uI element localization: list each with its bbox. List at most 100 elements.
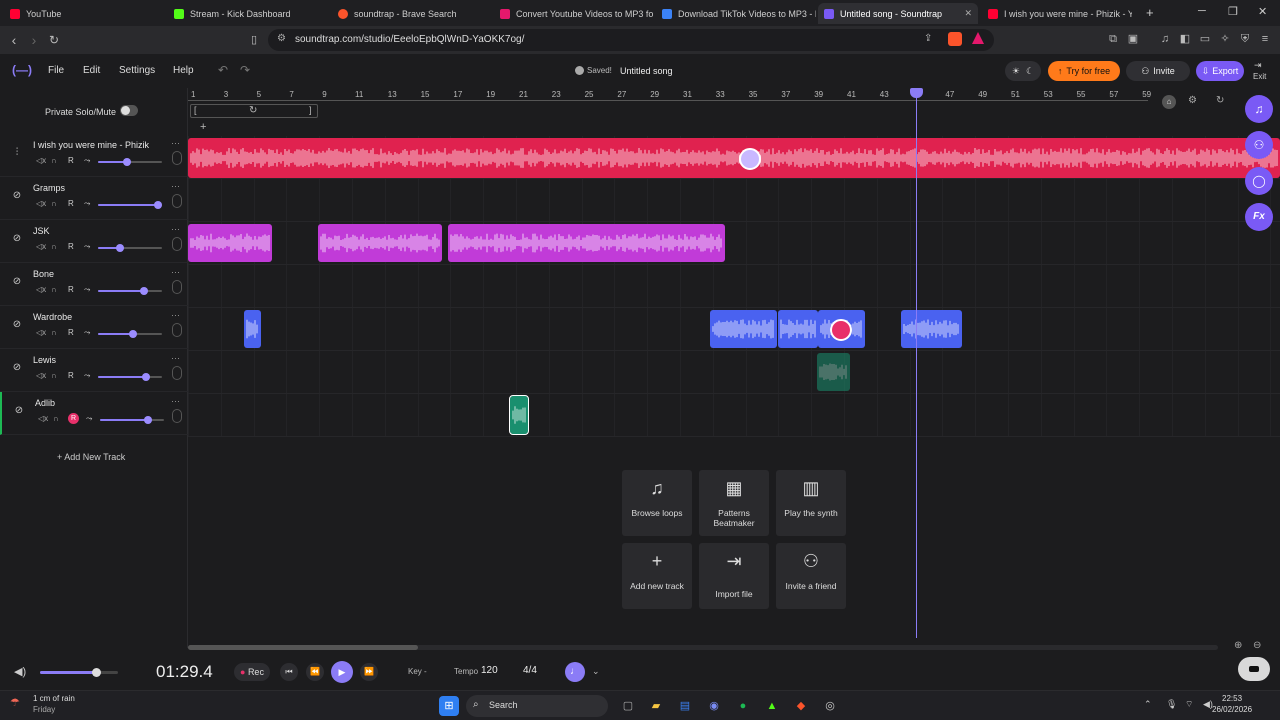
headphones-icon[interactable]: ∩ <box>51 328 57 337</box>
loop-icon[interactable]: ↻ <box>249 105 257 116</box>
record-arm-button[interactable]: R <box>68 328 74 337</box>
private-solo-mute-toggle[interactable] <box>120 105 138 116</box>
record-arm-button[interactable]: R <box>68 285 74 294</box>
track-header[interactable]: ⊘ Adlib ··· ◁x ∩ R ⤳ <box>0 392 188 435</box>
audio-clip[interactable] <box>817 353 850 391</box>
mute-icon[interactable]: ◁x <box>36 199 46 208</box>
automation-icon[interactable]: ⤳ <box>84 371 90 381</box>
track-header[interactable]: ⊘ Gramps ··· ◁x ∩ R ⤳ <box>0 177 188 220</box>
add-new-track-button[interactable]: + Add New Track <box>57 452 125 462</box>
menu-settings[interactable]: Settings <box>119 65 155 76</box>
track-volume-slider[interactable] <box>98 373 162 381</box>
url-bar[interactable]: ⚙ soundtrap.com/studio/EeeloEpbQlWnD-YaO… <box>268 29 994 51</box>
collab-fab-icon[interactable]: ⚇ <box>1245 131 1273 159</box>
reload-icon[interactable]: ↻ <box>44 30 64 50</box>
track-name[interactable]: Bone <box>33 269 54 279</box>
wallet-icon[interactable]: ▭ <box>1198 32 1212 46</box>
play-button-icon[interactable]: ▶ <box>331 661 353 683</box>
timeline-ruler[interactable]: [ ↻ ] + ⌂ ⚙ ↻ 1 3 5 7 9 11 13 15 17 19 21 23 25 27 29 3… <box>188 88 1240 133</box>
scrollbar-thumb[interactable] <box>188 645 418 650</box>
soundtrap-logo[interactable]: (—) <box>12 64 34 76</box>
skip-start-icon[interactable]: ⏮ <box>280 663 298 681</box>
record-arm-button[interactable]: R <box>68 156 74 165</box>
headphones-icon[interactable]: ∩ <box>51 371 57 380</box>
taskbar-search[interactable]: ⌕ Search <box>466 695 608 717</box>
media-icon[interactable]: ♫ <box>1158 32 1172 46</box>
theme-toggle[interactable]: ☀ ☾ <box>1005 61 1041 81</box>
master-volume-slider[interactable] <box>40 668 118 677</box>
audio-clip[interactable] <box>188 224 272 262</box>
tab-youtube[interactable]: YouTube <box>4 3 164 24</box>
site-info-icon[interactable]: ⚙ <box>277 33 286 44</box>
invite-button[interactable]: ⚇ Invite <box>1126 61 1190 81</box>
track-header[interactable]: ⊘ JSK ··· ◁x ∩ R ⤳ <box>0 220 188 263</box>
fx-fab-icon[interactable]: Fx <box>1245 203 1273 231</box>
automation-icon[interactable]: ⤳ <box>86 414 92 424</box>
metronome-icon[interactable]: ♩ <box>565 662 585 682</box>
import-file-tile[interactable]: ⇥ Import file <box>699 543 769 609</box>
tab-kick[interactable]: Stream - Kick Dashboard <box>168 3 328 24</box>
exit-icon[interactable]: ⇥ <box>1254 60 1262 71</box>
snap-icon[interactable]: ⌂ <box>1162 95 1176 109</box>
add-new-track-tile[interactable]: + Add new track <box>622 543 692 609</box>
rewind-icon[interactable]: ⏪ <box>306 663 324 681</box>
collaborator-avatar[interactable] <box>830 319 852 341</box>
clock-date[interactable]: 26/02/2026 <box>1212 705 1252 714</box>
leo-icon[interactable]: ✧ <box>1218 32 1232 46</box>
track-lane[interactable] <box>188 394 1280 437</box>
audio-clip[interactable] <box>710 310 777 348</box>
track-volume-slider[interactable] <box>100 416 164 424</box>
record-button[interactable]: ● Rec <box>234 663 270 681</box>
new-tab-icon[interactable]: + <box>1146 5 1154 20</box>
task-view-icon[interactable]: ▢ <box>618 696 638 716</box>
brave-shield-icon[interactable] <box>948 32 962 46</box>
track-header[interactable]: ⫶ I wish you were mine - Phizik ··· ◁x ∩ R ⤳ <box>0 134 188 177</box>
tray-chevron-icon[interactable]: ⌃ <box>1144 699 1152 710</box>
loops-fab-icon[interactable]: ♫ <box>1245 95 1273 123</box>
track-menu-icon[interactable]: ··· <box>171 138 180 148</box>
wifi-icon[interactable]: ⌔ <box>1185 699 1193 710</box>
automation-icon[interactable]: ⤳ <box>84 328 90 338</box>
track-volume-slider[interactable] <box>98 158 162 166</box>
track-header[interactable]: ⊘ Bone ··· ◁x ∩ R ⤳ <box>0 263 188 306</box>
automation-icon[interactable]: ⤳ <box>84 285 90 295</box>
headphones-icon[interactable]: ∩ <box>51 285 57 294</box>
tab-convert[interactable]: Convert Youtube Videos to MP3 for <box>494 3 654 24</box>
audio-clip[interactable] <box>244 310 261 348</box>
track-header[interactable]: ⊘ Lewis ··· ◁x ∩ R ⤳ <box>0 349 188 392</box>
headphones-icon[interactable]: ∩ <box>51 242 57 251</box>
mute-icon[interactable]: ◁x <box>38 414 48 423</box>
automation-icon[interactable]: ⤳ <box>84 199 90 209</box>
track-volume-slider[interactable] <box>98 287 162 295</box>
weather-text[interactable]: 1 cm of rain <box>33 694 75 703</box>
audio-clip[interactable] <box>318 224 442 262</box>
store-icon[interactable]: ▤ <box>675 696 695 716</box>
track-lane[interactable] <box>188 179 1280 222</box>
automation-icon[interactable]: ⤳ <box>84 156 90 166</box>
zoom-in-icon[interactable]: ⊕ <box>1234 640 1242 651</box>
menu-help[interactable]: Help <box>173 65 194 76</box>
clock-time[interactable]: 22:53 <box>1222 694 1242 703</box>
forward-icon[interactable]: › <box>24 30 44 50</box>
track-lane[interactable] <box>188 265 1280 308</box>
audio-clip[interactable] <box>778 310 818 348</box>
record-arm-button[interactable]: R <box>68 199 74 208</box>
fast-forward-icon[interactable]: ⏩ <box>360 663 378 681</box>
back-icon[interactable]: ‹ <box>4 30 24 50</box>
track-menu-icon[interactable]: ··· <box>171 396 180 406</box>
track-menu-icon[interactable]: ··· <box>171 181 180 191</box>
mute-icon[interactable]: ◁x <box>36 371 46 380</box>
mute-icon[interactable]: ◁x <box>36 156 46 165</box>
audio-clip[interactable] <box>901 310 962 348</box>
loop-region[interactable]: [ ↻ ] <box>190 104 318 118</box>
track-name[interactable]: I wish you were mine - Phizik <box>33 140 149 150</box>
track-volume-slider[interactable] <box>98 330 162 338</box>
settings-icon[interactable]: ⚙ <box>1188 95 1197 106</box>
audio-clip[interactable] <box>448 224 725 262</box>
redo-icon[interactable]: ↷ <box>240 63 250 77</box>
track-menu-icon[interactable]: ··· <box>171 224 180 234</box>
screenshot-icon[interactable]: ▣ <box>1126 32 1140 46</box>
microphone-icon[interactable]: 🎙 <box>1166 699 1177 710</box>
tab-soundtrap[interactable]: Untitled song - Soundtrap ✕ <box>818 3 978 24</box>
brave-rewards-icon[interactable] <box>972 32 984 44</box>
